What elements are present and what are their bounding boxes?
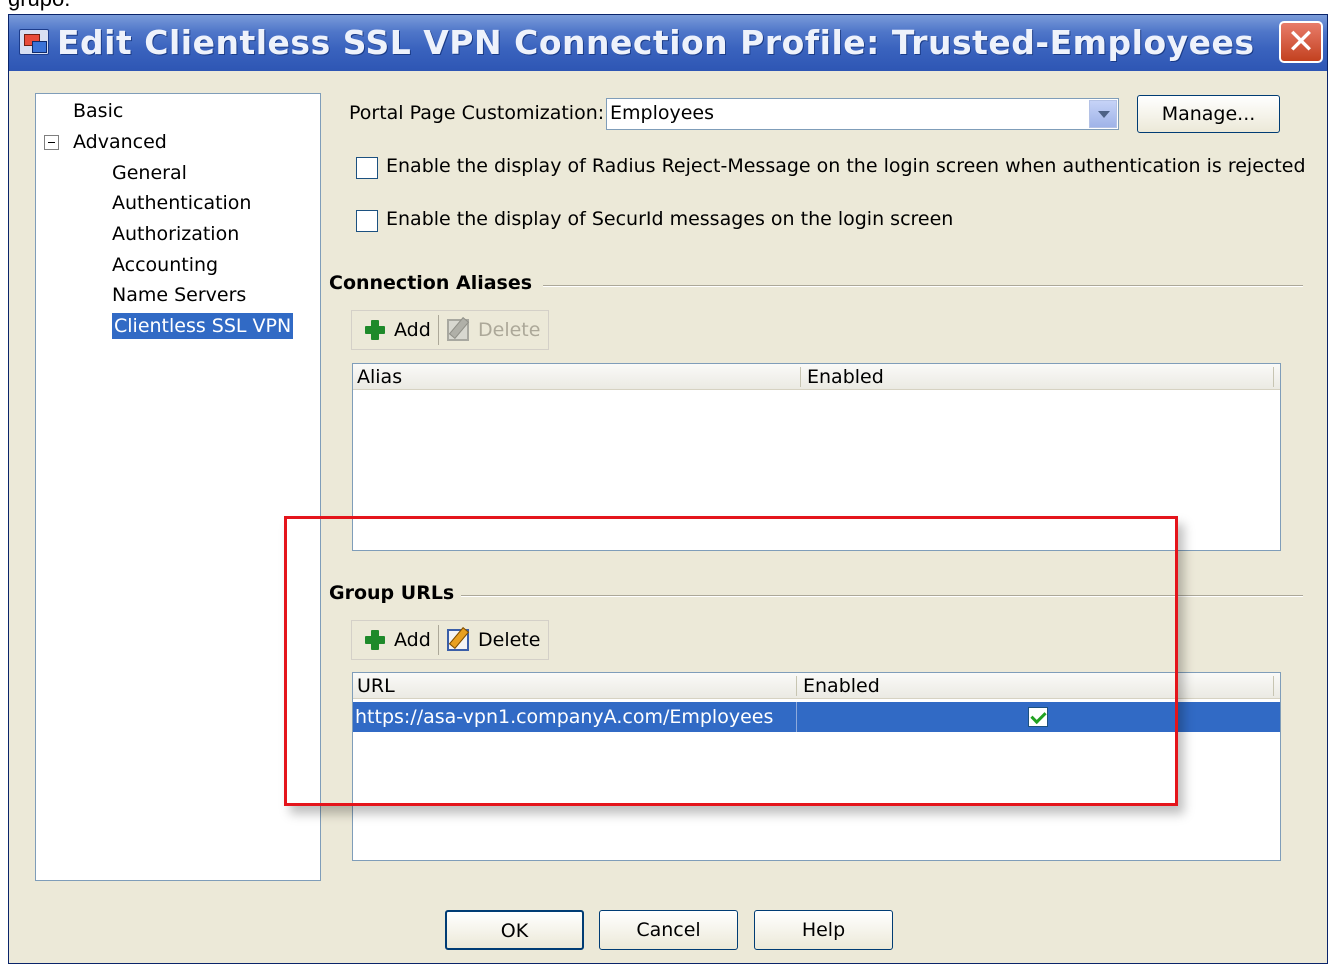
tree-item-authentication[interactable]: Authentication	[112, 190, 251, 216]
app-icon	[19, 29, 49, 55]
url-cell[interactable]: https://asa-vpn1.companyA.com/Employees	[353, 702, 773, 732]
ok-button[interactable]: OK	[445, 910, 584, 950]
add-icon	[365, 630, 385, 650]
aliases-table[interactable]: Alias Enabled	[352, 363, 1281, 551]
delete-icon	[447, 629, 469, 651]
dialog-window: Edit Clientless SSL VPN Connection Profi…	[8, 14, 1328, 964]
window-title: Edit Clientless SSL VPN Connection Profi…	[57, 23, 1255, 62]
close-icon: ✕	[1286, 22, 1316, 62]
navigation-tree: Basic Advanced General Authentication Au…	[35, 93, 321, 881]
enabled-checkbox[interactable]	[1028, 707, 1048, 727]
column-separator[interactable]	[1273, 367, 1274, 387]
column-separator[interactable]	[1273, 676, 1274, 696]
radius-reject-label: Enable the display of Radius Reject-Mess…	[386, 155, 1306, 177]
tree-item-authorization[interactable]: Authorization	[112, 221, 239, 247]
tree-item-name-servers[interactable]: Name Servers	[112, 282, 246, 308]
connection-aliases-title: Connection Aliases	[329, 272, 533, 294]
delete-url-button[interactable]: Delete	[478, 621, 540, 659]
aliases-table-header: Alias Enabled	[353, 364, 1280, 390]
column-header-enabled[interactable]: Enabled	[799, 673, 880, 699]
collapse-icon[interactable]	[44, 135, 59, 150]
group-urls-title: Group URLs	[329, 582, 455, 604]
close-button[interactable]: ✕	[1279, 21, 1323, 63]
tree-item-basic[interactable]: Basic	[73, 98, 123, 124]
cell-border	[796, 702, 797, 732]
tree-item-general[interactable]: General	[112, 160, 187, 186]
group-urls-toolbar: Add Delete	[351, 620, 549, 660]
help-button[interactable]: Help	[754, 910, 893, 950]
add-icon	[365, 320, 385, 340]
securid-checkbox[interactable]	[356, 210, 378, 232]
securid-label: Enable the display of SecurId messages o…	[386, 208, 954, 230]
tree-item-accounting[interactable]: Accounting	[112, 252, 218, 278]
portal-customization-select[interactable]: Employees	[606, 98, 1119, 130]
add-alias-button[interactable]: Add	[394, 311, 431, 349]
column-header-alias[interactable]: Alias	[353, 364, 402, 390]
toolbar-separator	[438, 625, 439, 655]
delete-icon	[447, 319, 469, 341]
tree-item-advanced[interactable]: Advanced	[73, 129, 167, 155]
portal-customization-value: Employees	[610, 102, 714, 124]
section-divider	[543, 285, 1303, 287]
column-separator[interactable]	[796, 676, 797, 696]
manage-button[interactable]: Manage...	[1137, 95, 1280, 133]
delete-alias-button[interactable]: Delete	[478, 311, 540, 349]
chevron-down-icon[interactable]	[1089, 100, 1117, 128]
cancel-button[interactable]: Cancel	[599, 910, 738, 950]
title-bar[interactable]: Edit Clientless SSL VPN Connection Profi…	[9, 15, 1327, 71]
portal-customization-label: Portal Page Customization:	[349, 102, 605, 124]
column-separator[interactable]	[800, 367, 801, 387]
toolbar-separator	[438, 315, 439, 345]
column-header-enabled[interactable]: Enabled	[803, 364, 884, 390]
caption-fragment: grupo.	[8, 0, 70, 12]
tree-item-clientless-ssl-vpn[interactable]: Clientless SSL VPN	[112, 313, 294, 339]
add-url-button[interactable]: Add	[394, 621, 431, 659]
group-urls-table[interactable]: URL Enabled https://asa-vpn1.companyA.co…	[352, 672, 1281, 861]
column-header-url[interactable]: URL	[353, 673, 395, 699]
table-row[interactable]: https://asa-vpn1.companyA.com/Employees	[353, 702, 1280, 732]
radius-reject-checkbox[interactable]	[356, 157, 378, 179]
group-urls-table-header: URL Enabled	[353, 673, 1280, 699]
aliases-toolbar: Add Delete	[351, 310, 549, 350]
section-divider	[461, 595, 1303, 597]
